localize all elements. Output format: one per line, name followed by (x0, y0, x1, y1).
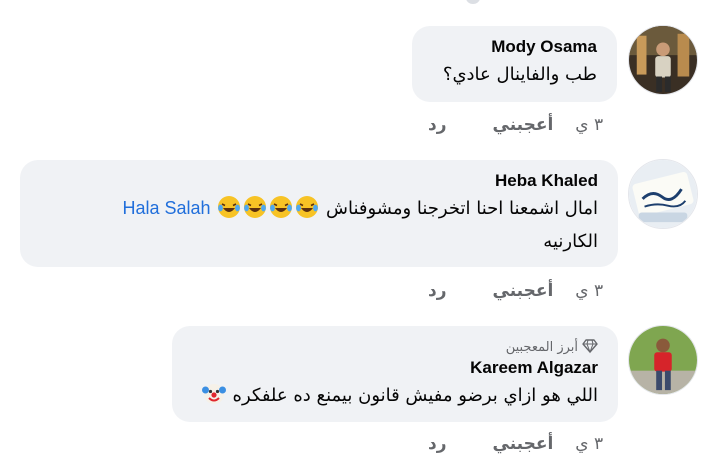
comment-text: امال اشمعنا احنا اتخرجنا ومشوفناش Hala S… (40, 192, 598, 258)
comment-bubble: أبرز المعجبين Kareem Algazar اللي هو ازا… (172, 326, 618, 422)
clown-emoji (201, 384, 226, 404)
avatar[interactable] (628, 159, 698, 229)
diamond-icon (582, 339, 598, 354)
author-name[interactable]: Mody Osama (432, 36, 597, 58)
comment-text: طب والفاينال عادي؟ (442, 64, 597, 85)
laughing-tears-emoji (244, 196, 267, 218)
author-name[interactable]: Heba Khaled (40, 170, 598, 192)
reply-button[interactable]: رد (428, 115, 447, 135)
mention-link[interactable]: Hala Salah (122, 198, 210, 218)
comment-text: اللي هو ازاي برضو مفيش قانون بيمنع ده عل… (192, 379, 598, 412)
reply-button[interactable]: رد (428, 434, 447, 454)
like-button[interactable]: أعجبني (493, 115, 554, 135)
top-fan-badge: أبرز المعجبين (192, 338, 598, 357)
like-button[interactable]: أعجبني (493, 434, 554, 454)
profile-photo-icon (629, 326, 697, 394)
avatar[interactable] (628, 325, 698, 395)
badge-label: أبرز المعجبين (505, 340, 578, 355)
comment-body: اللي هو ازاي برضو مفيش قانون بيمنع ده عل… (232, 385, 598, 406)
laughing-emojis (211, 196, 321, 219)
avatar[interactable] (628, 25, 698, 95)
laughing-tears-emoji (296, 196, 319, 218)
comment-body: امال اشمعنا احنا اتخرجنا ومشوفناش (325, 198, 598, 219)
laughing-tears-emoji (218, 196, 241, 218)
comment-bubble: Heba Khaled امال اشمعنا احنا اتخرجنا ومش… (20, 160, 618, 267)
like-button[interactable]: أعجبني (493, 281, 554, 301)
comment-timestamp[interactable]: ٣ ي (575, 434, 603, 454)
comment-timestamp[interactable]: ٣ ي (575, 281, 603, 301)
comment-body-tail: الكارنيه (543, 231, 598, 252)
comment-actions: ٣ ي أعجبني رد (428, 281, 603, 301)
author-name[interactable]: Kareem Algazar (192, 357, 598, 379)
reply-button[interactable]: رد (428, 281, 447, 301)
comment-actions: ٣ ي أعجبني رد (428, 434, 603, 454)
laughing-tears-emoji (270, 196, 293, 218)
profile-photo-icon (629, 160, 697, 228)
comment-actions: ٣ ي أعجبني رد (428, 115, 603, 135)
previous-comment-fragment (466, 0, 480, 4)
profile-photo-icon (629, 26, 697, 94)
comment-bubble: Mody Osama طب والفاينال عادي؟ (412, 26, 617, 102)
comment-timestamp[interactable]: ٣ ي (575, 115, 603, 135)
